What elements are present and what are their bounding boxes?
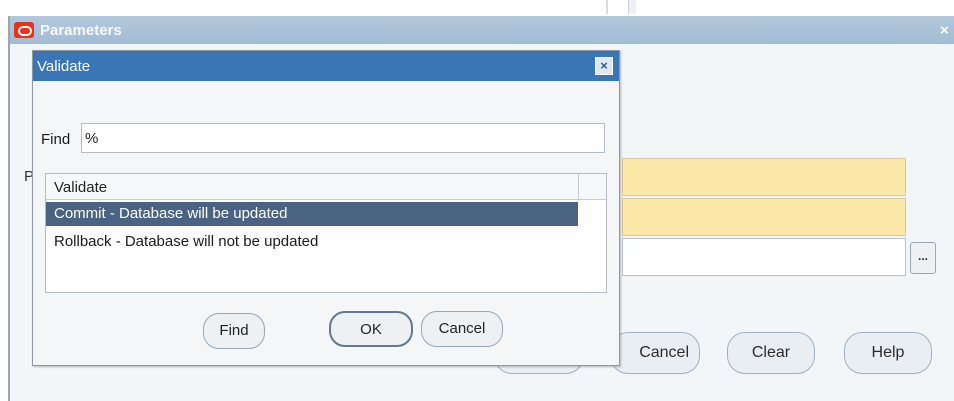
cancel-button[interactable]: Cancel (421, 311, 503, 347)
find-input[interactable] (81, 123, 605, 153)
parameter-field-3[interactable] (622, 238, 906, 276)
parameters-help-button[interactable]: Help (844, 332, 932, 374)
parameters-title: Parameters (40, 22, 122, 39)
validate-title-bar: Validate × (33, 51, 619, 81)
column-divider (578, 174, 579, 200)
parameters-close-icon[interactable]: × (940, 22, 949, 39)
find-button[interactable]: Find (203, 313, 265, 349)
validate-dialog: Validate × Find Validate Commit - Databa… (32, 50, 620, 366)
list-item-commit[interactable]: Commit - Database will be updated (46, 202, 578, 226)
validate-results-list: Validate Commit - Database will be updat… (45, 173, 607, 293)
list-of-values-button[interactable]: ... (910, 242, 936, 274)
find-label: Find (41, 131, 71, 148)
results-header: Validate (46, 174, 606, 200)
parameters-cancel-button[interactable]: Cancel (610, 332, 700, 374)
background-scroll-edge (628, 0, 636, 14)
parameters-title-bar: Parameters × (10, 16, 954, 44)
ok-button[interactable]: OK (329, 311, 413, 347)
background-window-strip (0, 0, 954, 14)
oracle-logo-icon (14, 22, 34, 38)
parameter-field-1[interactable] (622, 158, 906, 196)
validate-title: Validate (37, 58, 91, 75)
column-header-validate: Validate (54, 179, 108, 196)
parameters-clear-button[interactable]: Clear (727, 332, 815, 374)
background-divider (606, 0, 608, 14)
validate-close-icon[interactable]: × (595, 57, 613, 75)
list-item-rollback[interactable]: Rollback - Database will not be updated (46, 230, 578, 254)
parameter-field-2[interactable] (622, 198, 906, 236)
